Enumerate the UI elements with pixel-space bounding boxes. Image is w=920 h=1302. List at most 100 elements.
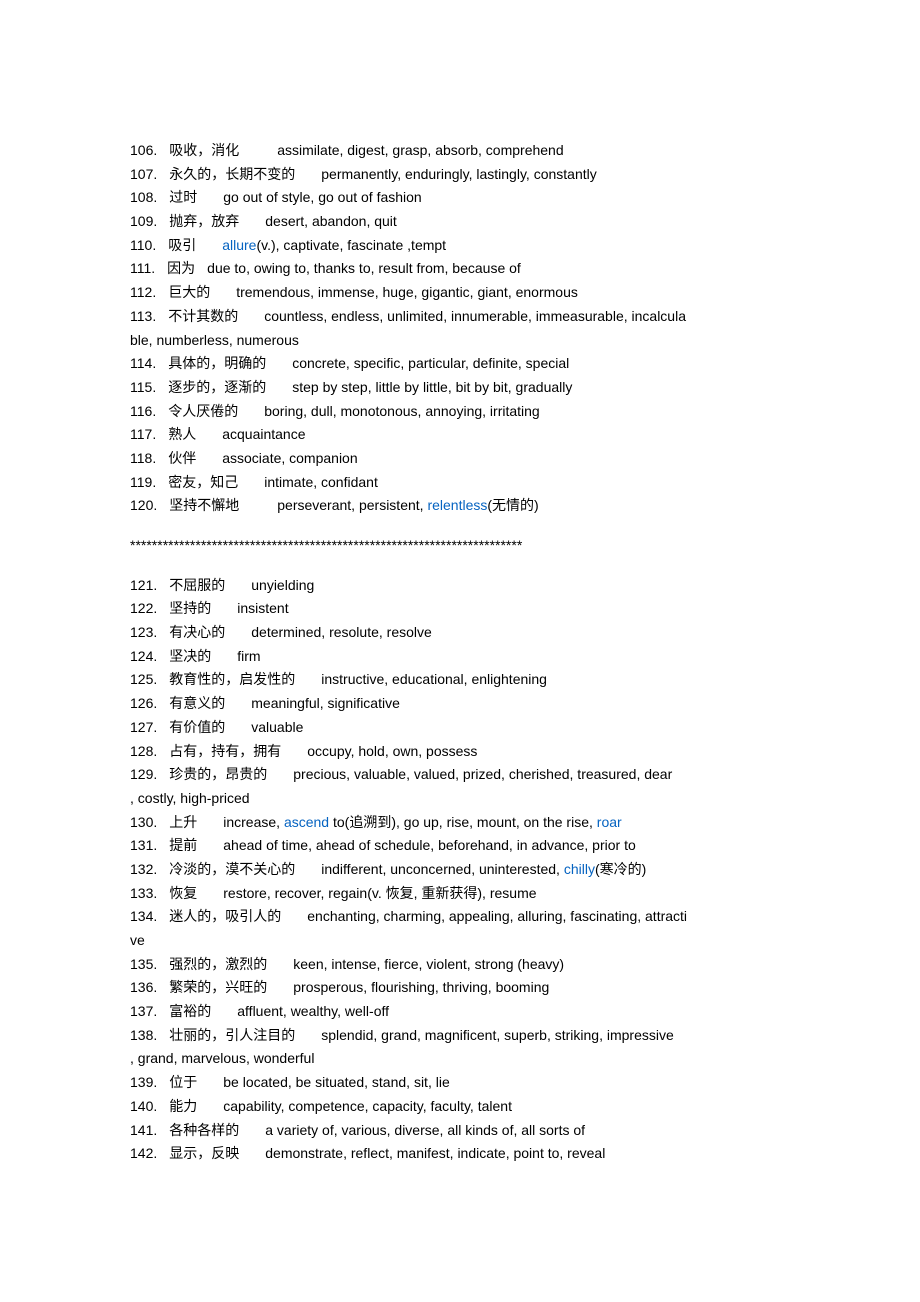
entry-number: 121. <box>130 577 157 593</box>
english-definition: step by step, little by little, bit by b… <box>292 379 572 395</box>
english-definition: permanently, enduringly, lastingly, cons… <box>321 166 596 182</box>
entry-number: 118. <box>130 450 156 466</box>
vocabulary-entry: 130.上升increase, ascend to(追溯到), go up, r… <box>130 812 790 834</box>
english-definition: valuable <box>251 719 303 735</box>
entry-number: 108. <box>130 189 157 205</box>
document-page: 106.吸收，消化assimilate, digest, grasp, abso… <box>0 0 920 1302</box>
entry-number: 124. <box>130 648 157 664</box>
vocabulary-entry: 113.不计其数的countless, endless, unlimited, … <box>130 306 790 328</box>
entry-number: 128. <box>130 743 157 759</box>
english-definition: increase, <box>223 814 284 830</box>
chinese-term: 位于 <box>169 1074 197 1090</box>
highlighted-term: relentless <box>427 497 487 513</box>
entry-number: 133. <box>130 885 157 901</box>
english-definition: concrete, specific, particular, definite… <box>292 355 569 371</box>
vocabulary-entry: 125.教育性的，启发性的instructive, educational, e… <box>130 669 790 691</box>
section-divider: ****************************************… <box>130 535 790 557</box>
entry-number: 106. <box>130 142 157 158</box>
entry-number: 134. <box>130 908 157 924</box>
vocabulary-entry: 106.吸收，消化assimilate, digest, grasp, abso… <box>130 140 790 162</box>
chinese-term: 提前 <box>169 837 197 853</box>
chinese-term: 坚决的 <box>169 648 211 664</box>
chinese-term: 具体的，明确的 <box>168 355 266 371</box>
entry-number: 127. <box>130 719 157 735</box>
english-definition: capability, competence, capacity, facult… <box>223 1098 512 1114</box>
chinese-term: 各种各样的 <box>169 1122 239 1138</box>
english-definition: perseverant, persistent, <box>277 497 427 513</box>
vocabulary-entry: 111.因为due to, owing to, thanks to, resul… <box>130 258 790 280</box>
english-definition: (寒冷的) <box>595 861 646 877</box>
vocabulary-entry: 108. 过时 go out of style, go out of fashion <box>130 187 790 209</box>
english-definition: firm <box>237 648 260 664</box>
vocabulary-entry: 140.能力capability, competence, capacity, … <box>130 1096 790 1118</box>
chinese-term: 繁荣的，兴旺的 <box>169 979 267 995</box>
chinese-term: 有价值的 <box>169 719 225 735</box>
entry-number: 126. <box>130 695 157 711</box>
entry-number: 115. <box>130 379 156 395</box>
chinese-term: 坚持的 <box>169 600 211 616</box>
continuation-line: , costly, high-priced <box>130 788 790 810</box>
vocabulary-entry: 121. 不屈服的 unyielding <box>130 575 790 597</box>
entry-number: 114. <box>130 355 156 371</box>
vocabulary-entry: 136.繁荣的，兴旺的prosperous, flourishing, thri… <box>130 977 790 999</box>
vocabulary-entry: 127. 有价值的 valuable <box>130 717 790 739</box>
vocabulary-entry: 118. 伙伴 associate, companion <box>130 448 790 470</box>
english-definition: go out of style, go out of fashion <box>223 189 421 205</box>
entry-number: 120. <box>130 497 157 513</box>
entry-number: 125. <box>130 671 157 687</box>
chinese-term: 占有，持有，拥有 <box>169 743 281 759</box>
english-definition: associate, companion <box>222 450 357 466</box>
chinese-term: 永久的，长期不变的 <box>169 166 295 182</box>
english-definition: ahead of time, ahead of schedule, before… <box>223 837 636 853</box>
chinese-term: 过时 <box>169 189 197 205</box>
english-definition: tremendous, immense, huge, gigantic, gia… <box>236 284 578 300</box>
entry-number: 142. <box>130 1145 157 1161</box>
vocabulary-entry: 114. 具体的，明确的 concrete, specific, particula… <box>130 353 790 375</box>
vocabulary-entry: 119.密友，知己intimate, confidant <box>130 472 790 494</box>
chinese-term: 密友，知己 <box>168 474 238 490</box>
vocabulary-entry: 132.冷淡的，漠不关心的indifferent, unconcerned, u… <box>130 859 790 881</box>
entry-number: 111. <box>130 260 155 276</box>
vocabulary-entry: 112.巨大的tremendous, immense, huge, gigant… <box>130 282 790 304</box>
entry-number: 137. <box>130 1003 157 1019</box>
english-definition: prosperous, flourishing, thriving, boomi… <box>293 979 549 995</box>
vocabulary-entry: 135.强烈的，激烈的keen, intense, fierce, violen… <box>130 954 790 976</box>
highlighted-term: allure <box>222 237 256 253</box>
chinese-term: 熟人 <box>168 426 196 442</box>
entry-number: 139. <box>130 1074 157 1090</box>
chinese-term: 不计其数的 <box>168 308 238 324</box>
highlighted-term: ascend <box>284 814 329 830</box>
chinese-term: 因为 <box>167 260 195 276</box>
highlighted-term: chilly <box>564 861 595 877</box>
entry-number: 138. <box>130 1027 157 1043</box>
vocabulary-entry: 117.熟人acquaintance <box>130 424 790 446</box>
entry-number: 107. <box>130 166 157 182</box>
english-definition: indifferent, unconcerned, uninterested, <box>321 861 564 877</box>
chinese-term: 上升 <box>169 814 197 830</box>
english-definition: instructive, educational, enlightening <box>321 671 547 687</box>
english-definition: keen, intense, fierce, violent, strong (… <box>293 956 564 972</box>
chinese-term: 壮丽的，引人注目的 <box>169 1027 295 1043</box>
chinese-term: 迷人的，吸引人的 <box>169 908 281 924</box>
continuation-line: ve <box>130 930 790 952</box>
vocabulary-entry: 123.有决心的determined, resolute, resolve <box>130 622 790 644</box>
english-definition: countless, endless, unlimited, innumerab… <box>264 308 686 324</box>
vocabulary-entry: 129.珍贵的，昂贵的precious, valuable, valued, p… <box>130 764 790 786</box>
chinese-term: 富裕的 <box>169 1003 211 1019</box>
chinese-term: 伙伴 <box>168 450 196 466</box>
english-definition: determined, resolute, resolve <box>251 624 432 640</box>
english-definition: demonstrate, reflect, manifest, indicate… <box>265 1145 605 1161</box>
chinese-term: 不屈服的 <box>169 577 225 593</box>
chinese-term: 逐步的，逐渐的 <box>168 379 266 395</box>
entry-number: 110. <box>130 237 156 253</box>
english-definition: unyielding <box>251 577 314 593</box>
vocabulary-entry: 124. 坚决的 firm <box>130 646 790 668</box>
entry-number: 131. <box>130 837 157 853</box>
chinese-term: 恢复 <box>169 885 197 901</box>
chinese-term: 显示，反映 <box>169 1145 239 1161</box>
english-definition: assimilate, digest, grasp, absorb, compr… <box>277 142 563 158</box>
english-definition: intimate, confidant <box>264 474 378 490</box>
chinese-term: 有决心的 <box>169 624 225 640</box>
entry-number: 116. <box>130 403 156 419</box>
english-definition: restore, recover, regain(v. 恢复, 重新获得), r… <box>223 885 536 901</box>
